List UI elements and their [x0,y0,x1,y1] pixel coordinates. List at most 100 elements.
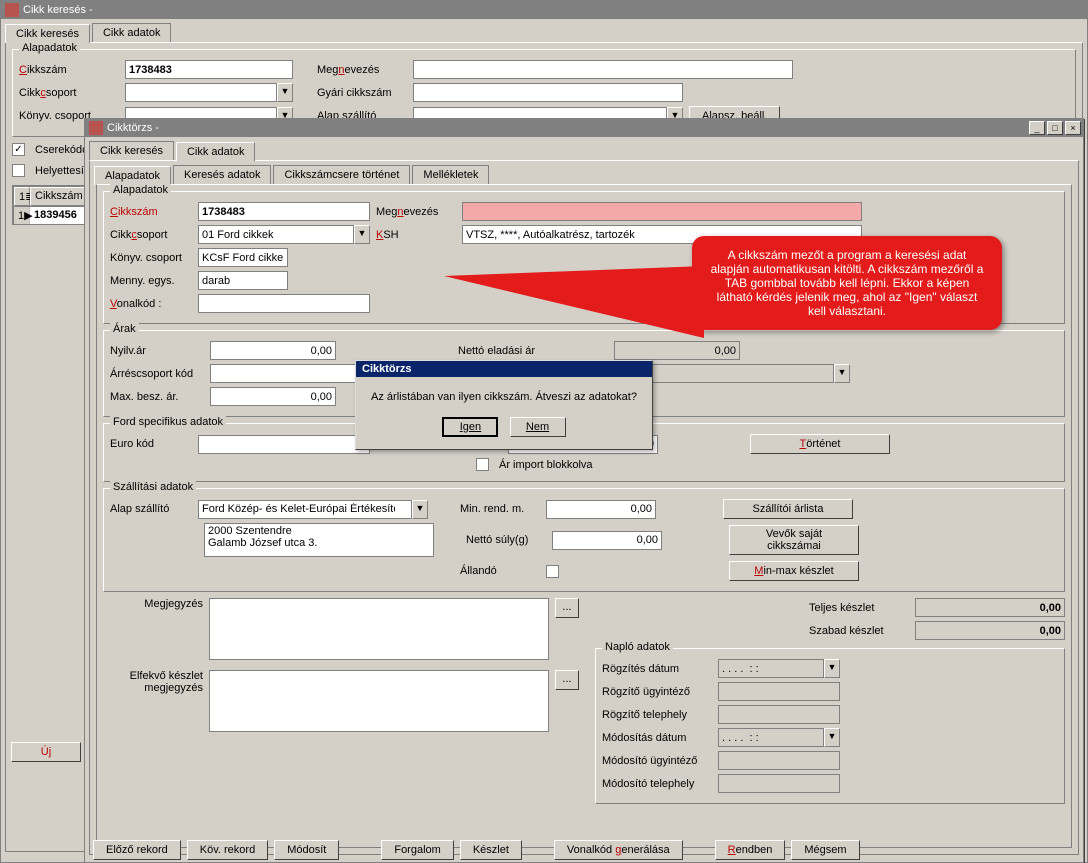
tabs-main: Cikk keresés Cikk adatok [5,23,1083,42]
lbl-allando: Állandó [460,565,540,577]
checkbox-helyettesit[interactable] [12,164,25,177]
vevok-button[interactable]: Vevők saját cikkszámai [729,525,859,555]
lbl-teljes: Teljes készlet [809,602,909,614]
tab-cikk-kereses[interactable]: Cikk keresés [5,24,90,43]
label-megnevezes: Megnevezés [317,64,407,76]
tabs-cikktorzs: Cikk keresés Cikk adatok [89,141,1079,160]
lbl-minrend: Min. rend. m. [460,503,540,515]
txt-megj[interactable] [209,598,549,660]
row-indicator-icon: 1▶ [14,207,30,224]
grid-value-cikkszam: 1839456 [30,207,88,224]
inp-cikkszam2[interactable] [198,202,370,221]
lbl-netto: Nettó eladási ár [458,345,608,357]
keszlet-button[interactable]: Készlet [460,840,522,860]
dd-cikkarres[interactable]: ▼ [834,364,850,383]
window-cikktorzs: Cikktörzs - _ □ × Cikk keresés Cikk adat… [84,118,1084,863]
tortenet-button[interactable]: Történet [750,434,890,454]
subtab-alapadatok[interactable]: Alapadatok [94,166,171,185]
megj-browse-button[interactable]: ... [555,598,579,618]
subtab-kereses[interactable]: Keresés adatok [173,165,271,184]
dd-rogzdatum[interactable]: ▼ [824,659,840,678]
inp-modtel [718,774,840,793]
vonalkod-gen-button[interactable]: Vonalkód generálása [554,840,683,860]
dd-moddatum[interactable]: ▼ [824,728,840,747]
table-row[interactable]: 1▶ 1839456 [13,207,89,224]
inp-megnevezes2[interactable] [462,202,862,221]
inp-rogzdatum [718,659,824,678]
lbl-cikkszam2: Cikkszám [110,206,192,218]
lbl-cikkcsoport2: Cikkcsoport [110,229,192,241]
input-gyari[interactable] [413,83,683,102]
inp-nettosuly[interactable] [552,531,662,550]
dialog-titlebar[interactable]: Cikktörzs [356,361,652,377]
minmax-button[interactable]: Min-max készlet [729,561,859,581]
lbl-menny: Menny. egys. [110,275,192,287]
inp-euro[interactable] [198,435,370,454]
inp-rogztel [718,705,840,724]
dialog-igen-button[interactable]: Igen [442,417,498,437]
inp-konyv2[interactable] [198,248,288,267]
elfekvo-browse-button[interactable]: ... [555,670,579,690]
fs-naplo: Napló adatok Rögzítés dátum ▼ Rögzítő üg… [595,648,1065,804]
lbl-megj: Megjegyzés [103,598,203,610]
input-cikkszam[interactable] [125,60,293,79]
txt-elfekvo[interactable] [209,670,549,732]
szall-arlista-button[interactable]: Szállítói árlista [723,499,853,519]
dialog-nem-button[interactable]: Nem [510,417,566,437]
titlebar-cikktorzs[interactable]: Cikktörzs - _ □ × [85,119,1083,137]
app-icon [89,121,103,135]
inp-vonalkod[interactable] [198,294,370,313]
rendben-button[interactable]: Rendben [715,840,786,860]
modosit-button[interactable]: Módosít [274,840,339,860]
label-gyari: Gyári cikkszám [317,87,407,99]
label-cikkszam: Cikkszám [19,64,119,76]
lbl-modugy: Módosító ügyintéző [602,755,712,767]
subtab-cikkszamcsere[interactable]: Cikkszámcsere történet [273,165,410,184]
input-cikkcsoport[interactable] [125,83,277,102]
input-megnevezes[interactable] [413,60,793,79]
forgalom-button[interactable]: Forgalom [381,840,453,860]
inp-menny[interactable] [198,271,288,290]
maximize-button[interactable]: □ [1047,121,1063,135]
chk-allando[interactable] [546,565,559,578]
chk-arimport[interactable] [476,458,489,471]
dd-cikkcsoport2[interactable]: ▼ [354,225,370,244]
elozo-rekord-button[interactable]: Előző rekord [93,840,181,860]
inp-cikkcsoport2[interactable] [198,225,354,244]
lbl-elfekvo: Elfekvő készlet megjegyzés [103,670,203,694]
checkbox-cserekod[interactable]: ✓ [12,143,25,156]
inp-nyilv[interactable] [210,341,336,360]
minimize-button[interactable]: _ [1029,121,1045,135]
lbl-modtel: Módosító telephely [602,778,712,790]
uj-button[interactable]: Új [11,742,81,762]
app-icon [5,3,19,17]
lg-arak: Árak [110,323,139,335]
lbl-megnevezes2: Megnevezés [376,206,456,218]
inp-moddatum [718,728,824,747]
kov-rekord-button[interactable]: Köv. rekord [187,840,268,860]
fs-szall: Szállítási adatok Alap szállító ▼ Min. r… [103,488,1065,592]
dd-alapszall[interactable]: ▼ [412,500,428,519]
tab-cikk-adatok-2[interactable]: Cikk adatok [176,142,255,161]
megsem-button[interactable]: Mégsem [791,840,859,860]
inp-alapszall[interactable] [198,500,412,519]
tab-cikk-adatok[interactable]: Cikk adatok [92,23,171,42]
inp-minrend[interactable] [546,500,656,519]
inp-modugy [718,751,840,770]
lbl-moddatum: Módosítás dátum [602,732,712,744]
lbl-nyilv: Nyilv.ár [110,345,204,357]
subtab-mellekletek[interactable]: Mellékletek [412,165,489,184]
inp-teljes [915,598,1065,617]
inp-szabad [915,621,1065,640]
tab-cikk-kereses-2[interactable]: Cikk keresés [89,141,174,160]
dropdown-cikkcsoport-btn[interactable]: ▼ [277,83,293,102]
grid-col-cikkszam[interactable]: Cikkszám [30,187,88,206]
titlebar-cikk-kereses[interactable]: Cikk keresés - [1,1,1087,19]
close-button[interactable]: × [1065,121,1081,135]
label-cikkcsoport: Cikkcsoport [19,87,119,99]
callout-text: A cikkszám mezőt a program a keresési ad… [711,248,984,318]
lbl-konyv2: Könyv. csoport [110,252,192,264]
inp-maxbesz[interactable] [210,387,336,406]
inp-netto [614,341,740,360]
lbl-vonalkod: Vonalkód : [110,298,192,310]
